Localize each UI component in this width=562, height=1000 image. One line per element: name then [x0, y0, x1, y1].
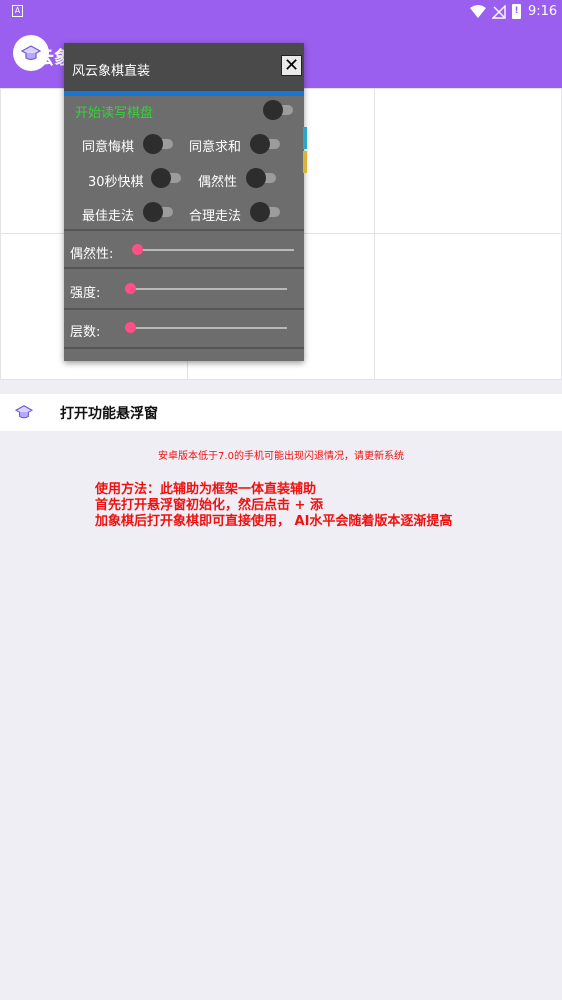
instruction-line: 首先打开悬浮窗初始化，然后点击 + 添	[95, 498, 323, 513]
read-write-board-label: 开始读写棋盘	[75, 106, 154, 121]
graduation-cap-icon	[21, 45, 41, 61]
battery-icon: !	[512, 4, 521, 19]
read-write-board-toggle[interactable]	[263, 100, 295, 120]
no-signal-icon	[492, 5, 506, 19]
allow-undo-label: 同意悔棋	[82, 140, 135, 155]
usage-instructions: 使用方法：此辅助为框架一体直装辅助 首先打开悬浮窗初始化，然后点击 + 添 加象…	[95, 482, 452, 530]
open-float-window-row[interactable]: 打开功能悬浮窗	[0, 394, 562, 431]
depth-slider-label: 层数:	[70, 325, 101, 340]
floating-window-title: 风云象棋直装	[72, 64, 151, 79]
instruction-line: 使用方法：此辅助为框架一体直装辅助	[95, 482, 317, 497]
depth-slider-row: 层数:	[64, 309, 304, 349]
header-divider	[64, 91, 304, 96]
randomness-slider-track[interactable]	[136, 249, 294, 251]
strength-slider-label: 强度:	[70, 286, 101, 301]
strength-slider-row: 强度:	[64, 270, 304, 310]
quick-30s-label: 30秒快棋	[88, 175, 144, 190]
allow-draw-toggle[interactable]	[250, 134, 282, 154]
app-logo[interactable]	[13, 35, 49, 71]
notification-a-icon: A	[12, 5, 23, 17]
randomness-label: 偶然性	[198, 175, 238, 190]
best-move-label: 最佳走法	[82, 209, 135, 224]
floating-window-header[interactable]: 风云象棋直装 ✕	[64, 43, 304, 91]
randomness-slider-label: 偶然性:	[70, 247, 114, 262]
instruction-line: 加象棋后打开象棋即可直接使用， AI水平会随着版本逐渐提高	[95, 514, 453, 529]
randomness-slider-row: 偶然性:	[64, 229, 304, 269]
status-bar: A ! 9:16	[0, 0, 562, 24]
randomness-slider-thumb[interactable]	[132, 244, 143, 255]
clock: 9:16	[528, 4, 558, 19]
quick-30s-toggle[interactable]	[151, 168, 183, 188]
side-tab[interactable]	[303, 127, 307, 149]
depth-slider-track[interactable]	[129, 327, 287, 329]
strength-slider-thumb[interactable]	[125, 283, 136, 294]
best-move-toggle[interactable]	[143, 202, 175, 222]
reasonable-move-toggle[interactable]	[250, 202, 282, 222]
reasonable-move-label: 合理走法	[189, 209, 242, 224]
allow-draw-label: 同意求和	[189, 140, 242, 155]
randomness-toggle[interactable]	[246, 168, 278, 188]
depth-slider-thumb[interactable]	[125, 322, 136, 333]
graduation-cap-icon	[15, 405, 33, 419]
grid-tile[interactable]	[374, 233, 562, 380]
allow-undo-toggle[interactable]	[143, 134, 175, 154]
side-tab[interactable]	[303, 151, 307, 173]
version-warning: 安卓版本低于7.0的手机可能出现闪退情况，请更新系统	[158, 451, 404, 462]
wifi-icon	[470, 5, 486, 18]
strength-slider-track[interactable]	[129, 288, 287, 290]
open-float-window-label: 打开功能悬浮窗	[60, 406, 158, 422]
grid-tile[interactable]	[374, 88, 562, 234]
floating-window[interactable]: 风云象棋直装 ✕ 开始读写棋盘 同意悔棋 同意求和 30秒快棋 偶然性 最佳走法…	[64, 43, 307, 361]
close-button[interactable]: ✕	[281, 55, 302, 76]
